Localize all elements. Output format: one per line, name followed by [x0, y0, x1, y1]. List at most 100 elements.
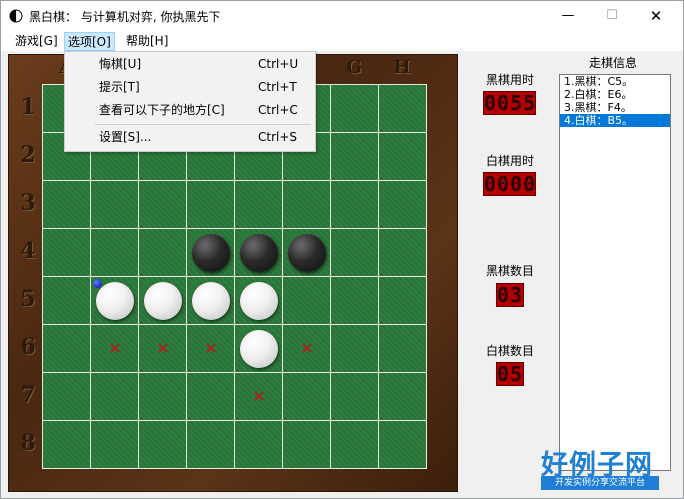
board-cell-a6[interactable] [43, 325, 91, 373]
board-cell-b7[interactable] [91, 373, 139, 421]
white-disc-c5 [144, 282, 182, 320]
last-move-marker [93, 279, 102, 288]
board-cell-c3[interactable] [139, 181, 187, 229]
board-cell-a4[interactable] [43, 229, 91, 277]
menu-item-show-moves[interactable]: 查看可以下子的地方[C] Ctrl+C [65, 99, 315, 121]
board-cell-d3[interactable] [187, 181, 235, 229]
legal-move-marker-c6[interactable]: ✕ [155, 341, 171, 357]
board-cell-a5[interactable] [43, 277, 91, 325]
row-label-5: 5 [20, 286, 36, 312]
move-list-item[interactable]: 3.黑棋：F4。 [560, 101, 670, 114]
legal-move-marker-f6[interactable]: ✕ [299, 341, 315, 357]
board-cell-h5[interactable] [379, 277, 427, 325]
board-cell-a3[interactable] [43, 181, 91, 229]
menu-item-shortcut: Ctrl+T [258, 80, 297, 94]
board-cell-g5[interactable] [331, 277, 379, 325]
title-bar: 黑白棋： 与计算机对弈, 你执黑先下 — ☐ ✕ [1, 1, 683, 31]
board-cell-c7[interactable] [139, 373, 187, 421]
black-time-display: 0055 [483, 91, 537, 115]
white-disc-e6 [240, 330, 278, 368]
white-time-display: 0000 [483, 172, 537, 196]
move-list-item[interactable]: 4.白棋：B5。 [560, 114, 670, 127]
menu-item-settings[interactable]: 设置[S]... Ctrl+S [65, 126, 315, 148]
close-button[interactable]: ✕ [633, 1, 679, 31]
board-cell-h2[interactable] [379, 133, 427, 181]
column-label-g: G [346, 57, 362, 78]
minimize-button[interactable]: — [545, 1, 591, 31]
watermark-subtext: 开发实例分享交流平台 [541, 476, 659, 490]
white-time-label: 白棋用时 [486, 154, 535, 168]
menu-item-shortcut: Ctrl+S [258, 130, 298, 144]
menu-item-undo[interactable]: 悔棋[U] Ctrl+U [65, 53, 315, 75]
board-cell-a8[interactable] [43, 421, 91, 469]
board-cell-d7[interactable] [187, 373, 235, 421]
menu-bar: 游戏[G] 选项[O] 帮助[H] [1, 31, 683, 51]
options-dropdown-menu: 悔棋[U] Ctrl+U 提示[T] Ctrl+T 查看可以下子的地方[C] Ctrl+C… [64, 51, 316, 152]
board-cell-b3[interactable] [91, 181, 139, 229]
board-cell-h3[interactable] [379, 181, 427, 229]
menu-separator [95, 124, 311, 125]
board-cell-e8[interactable] [235, 421, 283, 469]
maximize-button[interactable]: ☐ [589, 1, 635, 31]
row-label-4: 4 [20, 238, 36, 264]
move-list-item[interactable]: 1.黑棋：C5。 [560, 75, 670, 88]
app-window: 黑白棋： 与计算机对弈, 你执黑先下 — ☐ ✕ 游戏[G] 选项[O] 帮助[… [0, 0, 684, 499]
othello-app-icon [9, 9, 23, 23]
black-disc-e4 [240, 234, 278, 272]
menu-game[interactable]: 游戏[G] [12, 32, 61, 51]
menu-item-hint[interactable]: 提示[T] Ctrl+T [65, 76, 315, 98]
board-cell-g4[interactable] [331, 229, 379, 277]
white-count-display: 05 [496, 362, 524, 386]
board-cell-g6[interactable] [331, 325, 379, 373]
board-cell-f3[interactable] [283, 181, 331, 229]
menu-item-label: 提示[T] [99, 80, 140, 94]
menu-item-label: 查看可以下子的地方[C] [99, 103, 225, 117]
board-cell-a7[interactable] [43, 373, 91, 421]
legal-move-marker-d6[interactable]: ✕ [203, 341, 219, 357]
black-disc-d4 [192, 234, 230, 272]
board-cell-b8[interactable] [91, 421, 139, 469]
board-cell-g7[interactable] [331, 373, 379, 421]
board-cell-g8[interactable] [331, 421, 379, 469]
row-label-6: 6 [20, 334, 36, 360]
board-cell-h1[interactable] [379, 85, 427, 133]
board-cell-c8[interactable] [139, 421, 187, 469]
menu-item-label: 悔棋[U] [99, 57, 142, 71]
menu-help[interactable]: 帮助[H] [123, 32, 171, 51]
board-cell-e3[interactable] [235, 181, 283, 229]
menu-item-shortcut: Ctrl+U [258, 57, 299, 71]
moves-panel-title: 走棋信息 [589, 56, 638, 70]
board-cell-c4[interactable] [139, 229, 187, 277]
row-label-2: 2 [20, 142, 36, 168]
board-cell-f7[interactable] [283, 373, 331, 421]
board-cell-d8[interactable] [187, 421, 235, 469]
board-cell-f8[interactable] [283, 421, 331, 469]
board-cell-h6[interactable] [379, 325, 427, 373]
board-cell-h4[interactable] [379, 229, 427, 277]
board-cell-g2[interactable] [331, 133, 379, 181]
black-time-label: 黑棋用时 [486, 73, 535, 87]
legal-move-marker-e7[interactable]: ✕ [251, 389, 267, 405]
white-count-label: 白棋数目 [486, 344, 535, 358]
menu-options[interactable]: 选项[O] [64, 32, 115, 51]
black-count-label: 黑棋数目 [486, 264, 535, 278]
watermark-logo: 好例子网 开发实例分享交流平台 [541, 443, 661, 493]
board-cell-h7[interactable] [379, 373, 427, 421]
white-disc-e5 [240, 282, 278, 320]
menu-item-label: 设置[S]... [99, 130, 152, 144]
board-cell-b4[interactable] [91, 229, 139, 277]
row-label-7: 7 [20, 382, 36, 408]
row-label-3: 3 [20, 190, 36, 216]
window-title: 黑白棋： 与计算机对弈, 你执黑先下 [29, 10, 221, 24]
board-cell-g1[interactable] [331, 85, 379, 133]
move-list[interactable]: 1.黑棋：C5。 2.白棋：E6。 3.黑棋：F4。 4.白棋：B5。 [559, 74, 671, 471]
black-count-display: 03 [496, 283, 524, 307]
board-cell-h8[interactable] [379, 421, 427, 469]
legal-move-marker-b6[interactable]: ✕ [107, 341, 123, 357]
row-label-8: 8 [20, 430, 36, 456]
column-label-h: H [393, 57, 411, 78]
move-list-item[interactable]: 2.白棋：E6。 [560, 88, 670, 101]
board-cell-g3[interactable] [331, 181, 379, 229]
board-cell-f5[interactable] [283, 277, 331, 325]
black-disc-f4 [288, 234, 326, 272]
